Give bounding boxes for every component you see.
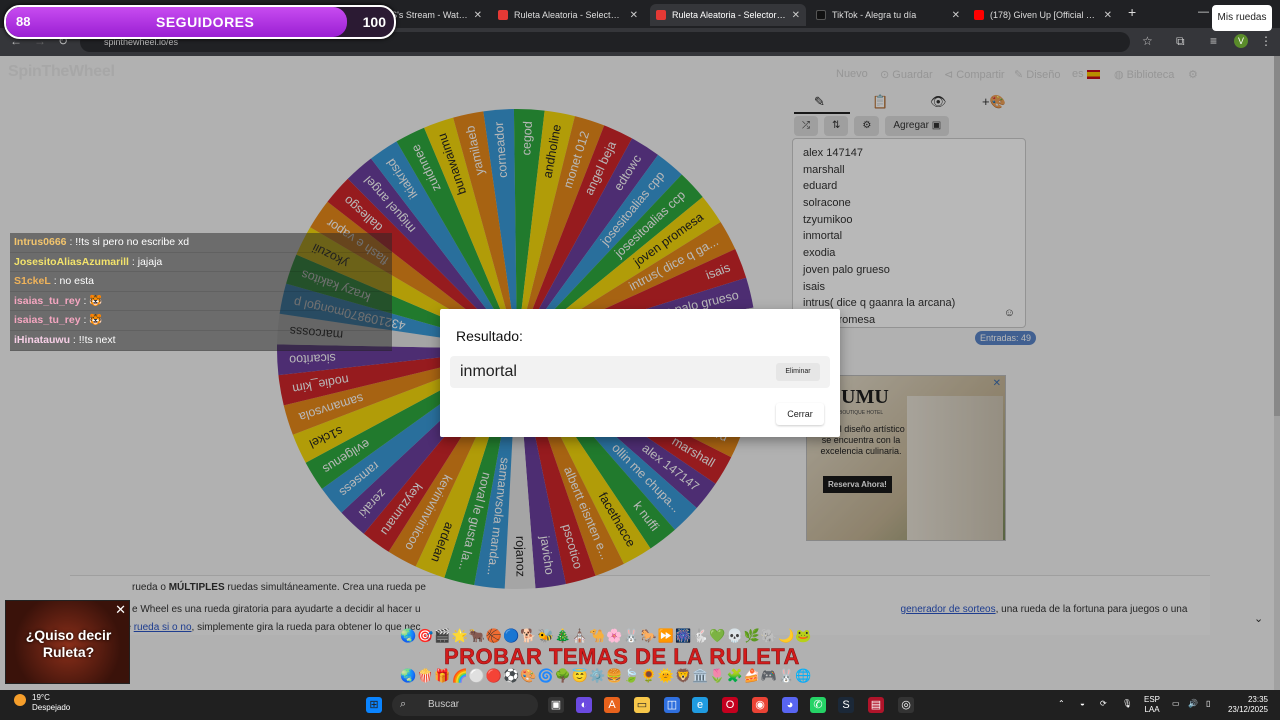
windows-start-icon[interactable]: ⊞ bbox=[366, 697, 382, 713]
volume-icon[interactable]: 🔊 bbox=[1188, 699, 1198, 709]
chat-message: iHinatauwu : !!ts next bbox=[10, 330, 392, 351]
windows-taskbar: 19°C Despejado ⊞ Buscar ⌕ ▣ ◐ A ▭ ◫ e O ◉… bbox=[0, 690, 1280, 720]
weather-sun-icon bbox=[14, 694, 26, 706]
chat-text: : 🐯 bbox=[80, 314, 103, 327]
tab-ruleta-active[interactable]: Ruleta Aleatoria - Selector Pers...✕ bbox=[650, 4, 806, 26]
chat-user: isaias_tu_rey bbox=[14, 314, 81, 327]
temperature: 19°C bbox=[32, 693, 50, 702]
chrome-icon[interactable]: ◉ bbox=[752, 697, 768, 713]
edge-icon[interactable]: e bbox=[692, 697, 708, 713]
close-icon[interactable]: ✕ bbox=[952, 10, 960, 21]
youtube-icon bbox=[974, 10, 984, 20]
chat-message: Intrus0666 : !!ts si pero no escribe xd bbox=[10, 233, 392, 253]
chat-text: : no esta bbox=[50, 275, 94, 288]
close-icon[interactable]: ✕ bbox=[115, 602, 126, 618]
theme-icons-row-2: 🌏🍿🎁🌈⚪🔴⚽🎨🌀🌳😇⚙️🍔🍃🌻🌞🦁🏛️🌷🧩🍰🎮🐰🌐 bbox=[400, 668, 813, 683]
chat-message: isaias_tu_rey : 🐯 bbox=[10, 291, 392, 312]
chat-text: : !!ts next bbox=[70, 333, 116, 346]
steam-icon[interactable]: S bbox=[838, 697, 854, 713]
discord-icon[interactable]: ◕ bbox=[782, 697, 798, 713]
tray-icon[interactable]: ◒ bbox=[1080, 699, 1085, 709]
chat-message: JosesitoAliasAzumarill : jajaja bbox=[10, 252, 392, 273]
followers-goal-bar: 88 SEGUIDORES 100 bbox=[4, 5, 396, 39]
close-icon[interactable]: ✕ bbox=[792, 10, 800, 21]
followers-current: 88 bbox=[16, 14, 31, 29]
weather-text: Despejado bbox=[32, 703, 71, 712]
close-icon[interactable]: ✕ bbox=[630, 10, 638, 21]
tray-icon[interactable]: ⟳ bbox=[1100, 699, 1107, 709]
chat-text: : !!ts si pero no escribe xd bbox=[66, 236, 190, 248]
chat-user: JosesitoAliasAzumarill bbox=[14, 255, 129, 268]
themes-promo[interactable]: 🌏🎯🎬🌟🐂🏀🔵🐕🐝🎄⛪🐪🌸🐰🐎⏩🎆🐇💚💀🌿🐘🌙🐸 🌏🍿🎁🌈⚪🔴⚽🎨🌀🌳😇⚙️🍔🍃… bbox=[398, 628, 882, 690]
my-wheels-button[interactable]: Mis ruedas bbox=[1212, 5, 1272, 31]
language-indicator[interactable]: ESP LAA bbox=[1144, 695, 1160, 715]
followers-goal: 100 bbox=[362, 14, 386, 30]
chat-user: Intrus0666 bbox=[14, 236, 67, 248]
roulette-ad-popup[interactable]: ¿Quiso decir Ruleta? ✕ bbox=[5, 600, 130, 684]
whatsapp-icon[interactable]: ✆ bbox=[810, 697, 826, 713]
minimize-button[interactable]: — bbox=[1198, 6, 1209, 18]
chat-text: : 🐯 bbox=[80, 294, 103, 307]
menu-icon[interactable]: ⋮ bbox=[1260, 34, 1272, 48]
chat-message: S1ckeL : no esta bbox=[10, 272, 392, 292]
result-dialog: Resultado: inmortal Eliminar Cerrar bbox=[440, 309, 840, 437]
taskbar-search[interactable]: Buscar bbox=[392, 694, 538, 716]
tab-youtube[interactable]: (178) Given Up [Official Music V...✕ bbox=[968, 4, 1118, 26]
profile-avatar[interactable]: V bbox=[1234, 34, 1248, 48]
wheel-favicon-icon bbox=[656, 10, 666, 20]
mic-icon[interactable]: 🎙 bbox=[1122, 699, 1132, 709]
try-themes-banner[interactable]: PROBAR TEMAS DE LA RULETA bbox=[444, 644, 800, 670]
chat-user: iHinatauwu bbox=[14, 333, 71, 346]
chat-user: isaias_tu_rey bbox=[14, 294, 81, 307]
store-icon[interactable]: ◫ bbox=[664, 697, 680, 713]
tray-chevron-icon[interactable]: ⌃ bbox=[1058, 699, 1065, 709]
close-icon[interactable]: ✕ bbox=[1104, 10, 1112, 21]
clock[interactable]: 23:35 23/12/2025 bbox=[1224, 695, 1268, 715]
new-tab-button[interactable]: + bbox=[1128, 4, 1136, 20]
chat-text: : jajaja bbox=[128, 255, 163, 268]
followers-label: SEGUIDORES bbox=[156, 14, 255, 30]
task-view-icon[interactable]: ▣ bbox=[548, 697, 564, 713]
tiktok-icon bbox=[816, 10, 826, 20]
file-explorer-icon[interactable]: ▭ bbox=[634, 697, 650, 713]
wheel-favicon-icon bbox=[498, 10, 508, 20]
star-icon[interactable]: ☆ bbox=[1142, 34, 1153, 48]
screen: RAVITAS's Stream - Watch Live✕ Ruleta Al… bbox=[0, 0, 1280, 720]
battery-icon[interactable]: ▯ bbox=[1206, 699, 1210, 709]
remove-button[interactable]: Eliminar bbox=[776, 363, 820, 381]
chat-message: isaias_tu_rey : 🐯 bbox=[10, 311, 392, 331]
media-icon[interactable]: ≡ bbox=[1210, 34, 1217, 48]
tab-tiktok[interactable]: TikTok - Alegra tu día ✕ bbox=[810, 4, 966, 26]
result-value: inmortal bbox=[460, 363, 517, 380]
search-icon: ⌕ bbox=[400, 698, 407, 710]
obs-icon[interactable]: ◎ bbox=[898, 697, 914, 713]
dialog-title: Resultado: bbox=[456, 328, 523, 344]
weather-widget[interactable]: 19°C Despejado bbox=[32, 693, 70, 713]
roulette-ad-text: ¿Quiso decir Ruleta? bbox=[25, 627, 112, 660]
copilot-icon[interactable]: ◐ bbox=[576, 697, 592, 713]
opera-icon[interactable]: O bbox=[722, 697, 738, 713]
result-box: inmortal Eliminar bbox=[450, 356, 830, 388]
app-icon[interactable]: A bbox=[604, 697, 620, 713]
network-icon[interactable]: ▭ bbox=[1172, 699, 1180, 709]
tab-ruleta-1[interactable]: Ruleta Aleatoria - Selector Pers...✕ bbox=[492, 4, 644, 26]
close-dialog-button[interactable]: Cerrar bbox=[776, 403, 824, 425]
extensions-icon[interactable]: ⧉ bbox=[1176, 34, 1185, 49]
chat-user: S1ckeL bbox=[14, 275, 51, 288]
close-icon[interactable]: ✕ bbox=[474, 10, 482, 21]
stream-chat-overlay: Intrus0666 : !!ts si pero no escribe xd … bbox=[10, 233, 392, 351]
app-red-icon[interactable]: ▤ bbox=[868, 697, 884, 713]
